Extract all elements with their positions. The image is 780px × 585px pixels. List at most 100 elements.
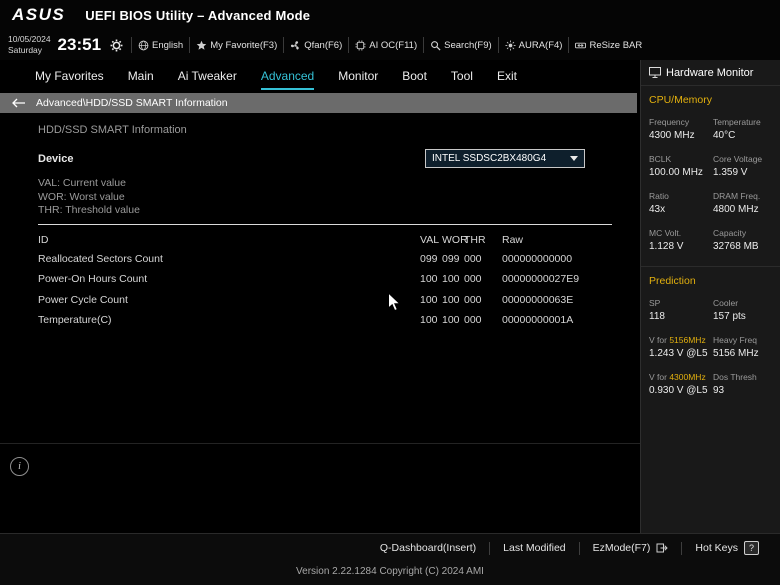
main-panel: My Favorites Main Ai Tweaker Advanced Mo… (0, 60, 640, 533)
app-title: UEFI BIOS Utility – Advanced Mode (85, 7, 311, 23)
col-wor: WOR (442, 233, 468, 246)
search-icon (430, 40, 441, 51)
toolbar-label: English (152, 39, 184, 51)
stat-mc-volt: MC Volt. 1.128 V (649, 228, 684, 252)
tab-main[interactable]: Main (128, 69, 154, 90)
smart-info-content: HDD/SSD SMART Information Device INTEL S… (0, 124, 640, 331)
stat-sp: SP 118 (649, 298, 665, 322)
toolbar-item-resize-bar[interactable]: ReSize BAR (568, 37, 648, 53)
row-raw: 000000000000 (502, 252, 573, 265)
hardware-monitor-title: Hardware Monitor (666, 66, 754, 79)
toolbar-label: AURA(F4) (518, 39, 563, 51)
title-bar: ASUS UEFI BIOS Utility – Advanced Mode (0, 0, 780, 30)
legend-wor: WOR: Worst value (38, 190, 125, 203)
row-val: 100 (420, 314, 438, 327)
table-row: Reallocated Sectors Count 099 099 000 00… (38, 249, 640, 270)
bios-screen: ASUS UEFI BIOS Utility – Advanced Mode 1… (0, 0, 780, 585)
device-row: Device INTEL SSDSC2BX480G4 (38, 149, 640, 169)
table-row: Power-On Hours Count 100 100 000 0000000… (38, 269, 640, 290)
tab-exit[interactable]: Exit (497, 69, 517, 90)
language-globe-icon (138, 40, 149, 51)
row-raw: 00000000001A (502, 314, 574, 327)
last-modified-label: Last Modified (503, 542, 566, 554)
row-thr: 000 (464, 273, 482, 286)
tab-boot[interactable]: Boot (402, 69, 427, 90)
row-id: Power-On Hours Count (38, 273, 148, 286)
row-thr: 000 (464, 252, 482, 265)
row-id: Temperature(C) (38, 314, 112, 327)
stat-ratio: Ratio 43x (649, 191, 669, 215)
stat-v-for-5156: V for 5156MHz 1.243 V @L5 (649, 335, 708, 359)
row-id: Reallocated Sectors Count (38, 252, 163, 265)
stat-bclk: BCLK 100.00 MHz (649, 154, 703, 178)
stat-v-for-4300: V for 4300MHz 0.930 V @L5 (649, 372, 708, 396)
qdashboard-button[interactable]: Q-Dashboard(Insert) (367, 542, 489, 554)
content-bottom-divider (0, 443, 640, 444)
time-display: 23:51 (57, 35, 102, 54)
toolbar-item-qfan[interactable]: Qfan(F6) (283, 37, 348, 53)
device-select[interactable]: INTEL SSDSC2BX480G4 (425, 149, 585, 168)
back-arrow-icon[interactable] (12, 98, 26, 108)
table-row: Temperature(C) 100 100 000 00000000001A (38, 310, 640, 331)
toolbar-item-ai-oc[interactable]: AI OC(F11) (348, 37, 423, 53)
breadcrumb-path: Advanced\HDD/SSD SMART Information (36, 97, 228, 109)
col-thr: THR (464, 233, 486, 246)
section-cpu-memory: CPU/Memory Frequency 4300 MHz Temperatur… (641, 94, 780, 252)
toolbar-item-aura[interactable]: AURA(F4) (497, 37, 569, 53)
hot-keys-button[interactable]: Hot Keys ? (682, 541, 772, 555)
resize-bar-icon (575, 40, 587, 51)
last-modified-button[interactable]: Last Modified (490, 542, 578, 554)
smart-info-title: HDD/SSD SMART Information (38, 124, 187, 136)
legend-val: VAL: Current value (38, 177, 126, 189)
section-prediction: Prediction SP 118 Cooler 157 pts V for 5… (641, 266, 780, 396)
breadcrumb-bar: Advanced\HDD/SSD SMART Information (0, 93, 637, 113)
day-text: Saturday (8, 45, 43, 55)
toolbar-item-search[interactable]: Search(F9) (423, 37, 498, 53)
cpu-memory-title: CPU/Memory (649, 94, 713, 106)
tab-ai-tweaker[interactable]: Ai Tweaker (178, 69, 237, 90)
device-label: Device (38, 153, 74, 165)
tab-tool[interactable]: Tool (451, 69, 473, 90)
qfan-icon (290, 40, 301, 51)
row-wor: 099 (442, 252, 460, 265)
row-val: 100 (420, 293, 438, 306)
toolbar-label: Search(F9) (444, 39, 492, 51)
row-val: 099 (420, 252, 438, 265)
tab-advanced[interactable]: Advanced (260, 69, 315, 90)
ezmode-button[interactable]: EzMode(F7) (580, 542, 682, 554)
row-wor: 100 (442, 293, 460, 306)
toolbar-label: ReSize BAR (589, 39, 643, 51)
caret-down-icon (570, 156, 578, 161)
row-raw: 00000000027E9 (502, 273, 580, 286)
my-favorite-icon (196, 40, 207, 51)
aura-icon (505, 39, 516, 51)
ai-oc-icon (355, 39, 366, 51)
prediction-title: Prediction (649, 275, 696, 287)
table-row: Power Cycle Count 100 100 000 0000000006… (38, 290, 640, 311)
version-text: Version 2.22.1284 Copyright (C) 2024 AMI (296, 566, 484, 577)
toolbar-label: AI OC(F11) (369, 39, 418, 51)
main-menu: My Favorites Main Ai Tweaker Advanced Mo… (0, 60, 640, 90)
toolbar-label: My Favorite(F3) (210, 39, 278, 51)
monitor-icon (649, 67, 661, 78)
asus-logo: ASUS (12, 5, 66, 24)
table-divider (38, 223, 612, 225)
hot-keys-label: Hot Keys (695, 542, 738, 554)
date-display: 10/05/2024 Saturday (8, 34, 51, 56)
col-val: VAL (420, 233, 440, 246)
settings-gear-button[interactable] (110, 39, 123, 52)
stat-cooler: Cooler 157 pts (713, 298, 746, 322)
info-icon: i (10, 457, 29, 476)
hardware-monitor-header: Hardware Monitor (641, 60, 780, 86)
tab-monitor[interactable]: Monitor (338, 69, 378, 90)
toolbar-label: Qfan(F6) (304, 39, 343, 51)
row-raw: 00000000063E (502, 293, 574, 306)
qdashboard-label: Q-Dashboard(Insert) (379, 542, 477, 554)
row-wor: 100 (442, 314, 460, 327)
quick-toolbar: English My Favorite(F3) Qfan(F6) AI OC(F… (131, 37, 648, 53)
toolbar-item-english[interactable]: English (131, 37, 189, 53)
toolbar-item-my-favorite[interactable]: My Favorite(F3) (189, 37, 283, 53)
tab-my-favorites[interactable]: My Favorites (35, 69, 104, 90)
stat-dram-freq: DRAM Freq. 4800 MHz (713, 191, 761, 215)
legend-thr: THR: Threshold value (38, 204, 140, 216)
